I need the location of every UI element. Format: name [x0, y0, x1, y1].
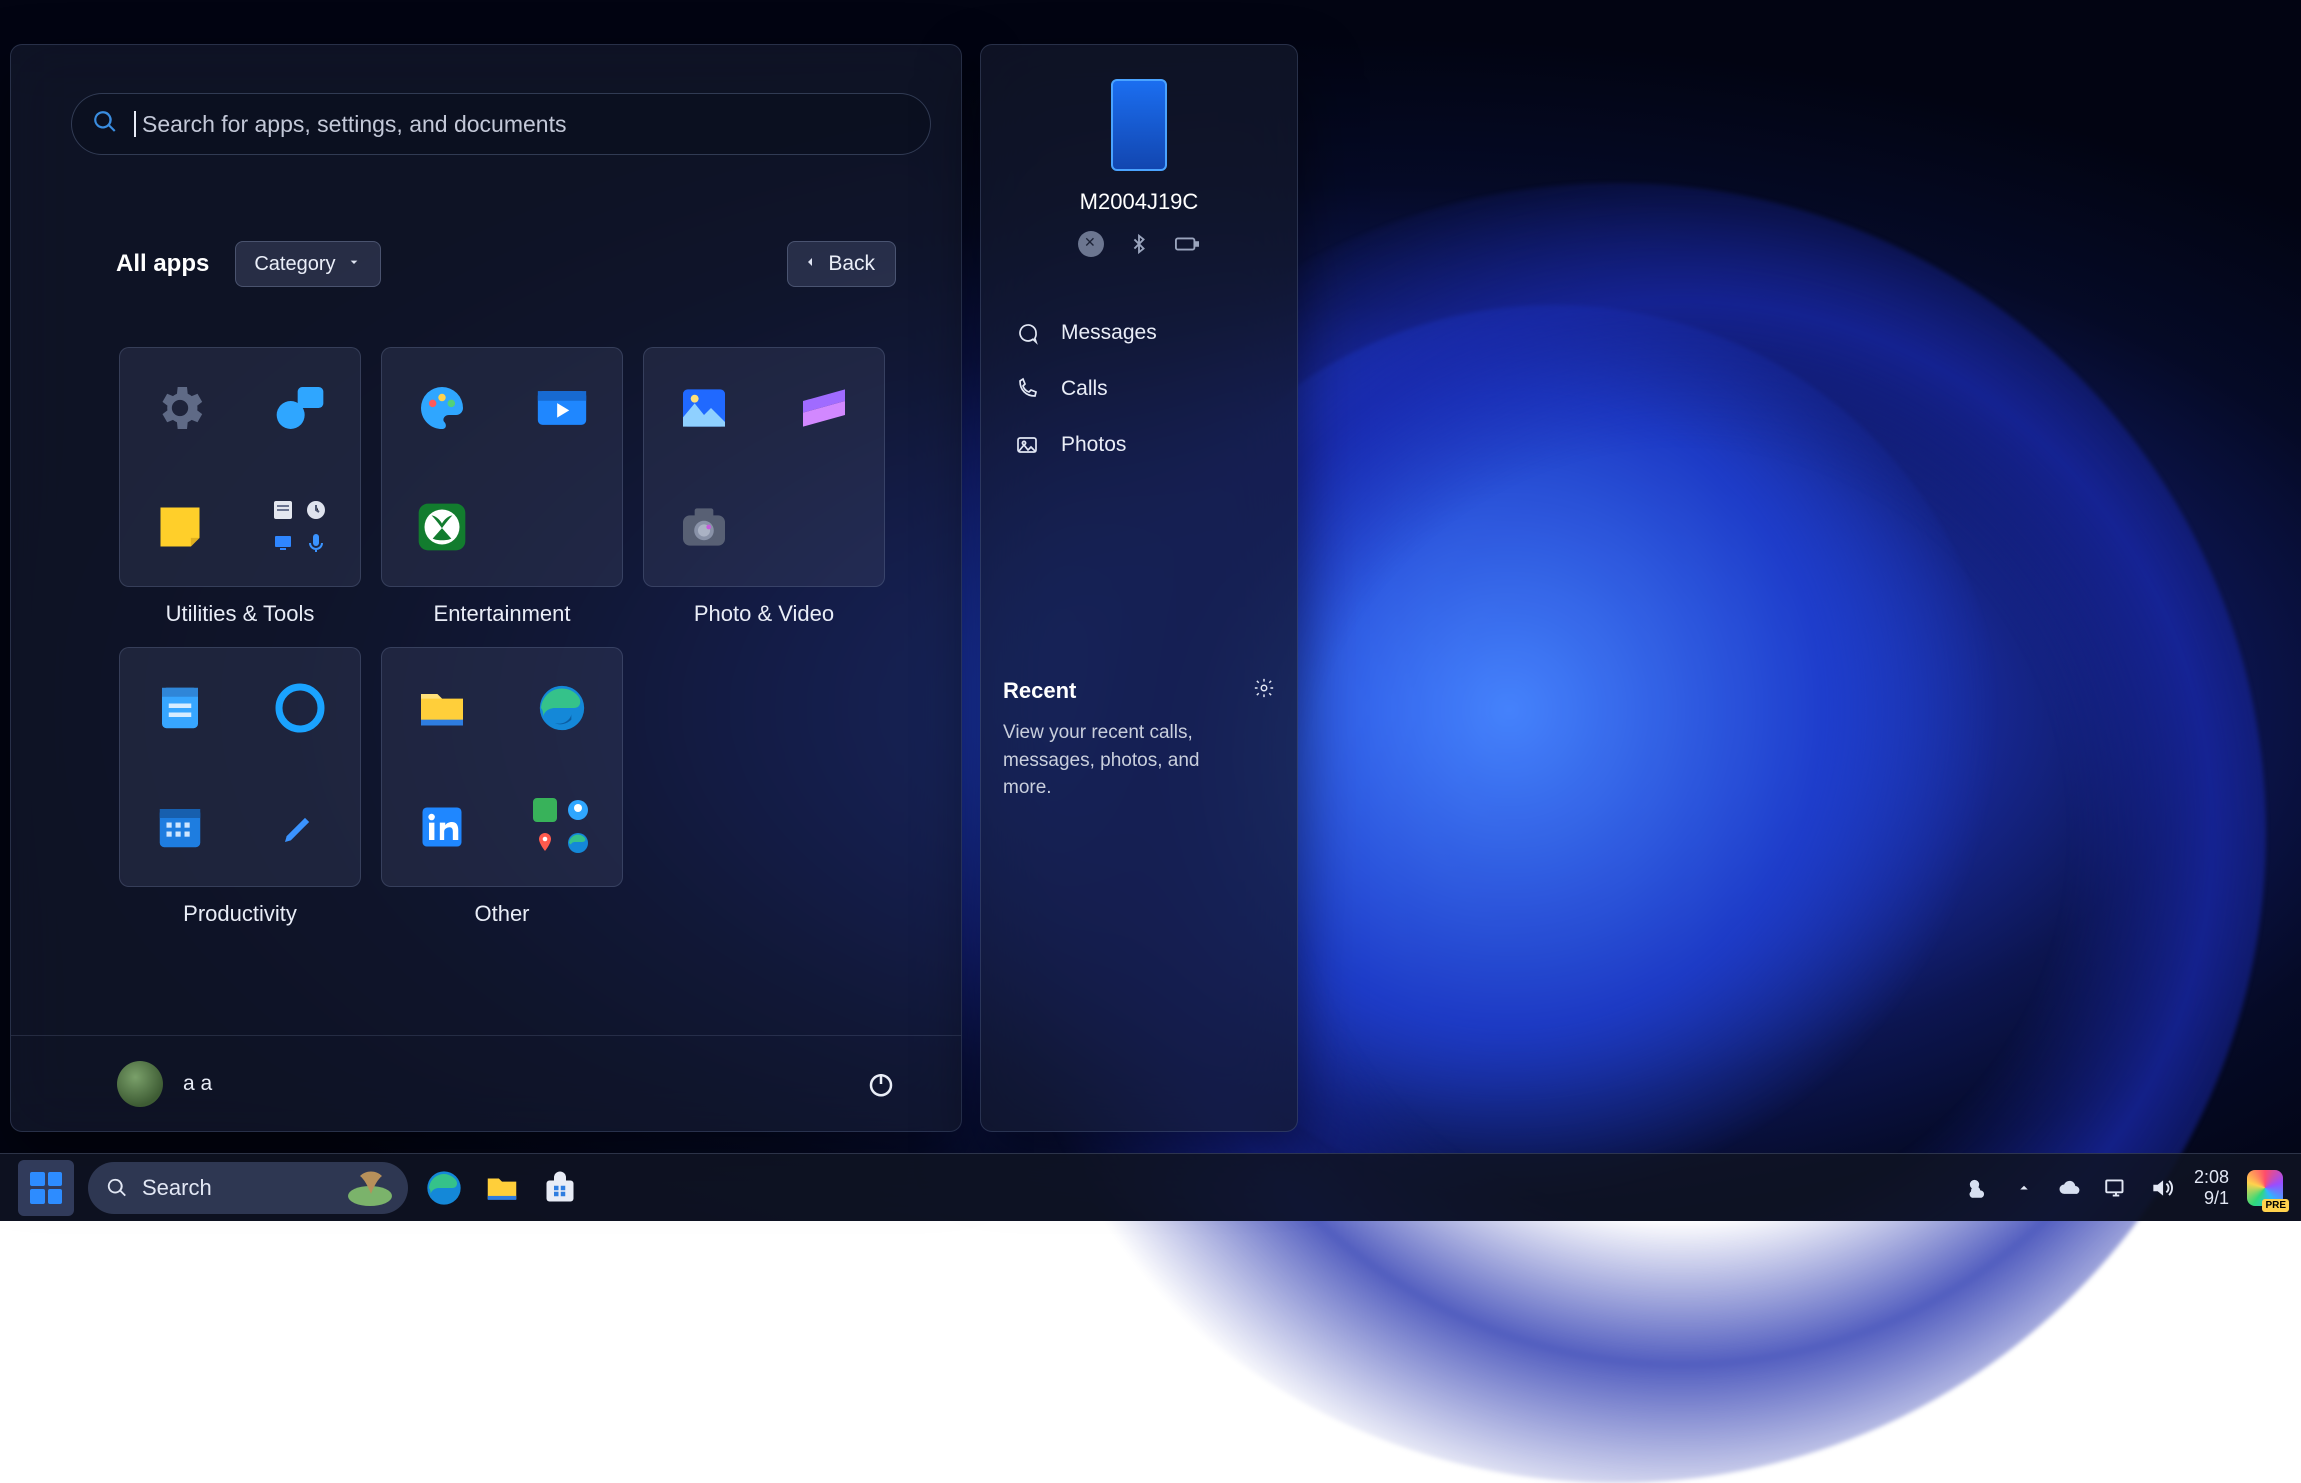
category-label: Entertainment	[381, 601, 623, 627]
device-name: M2004J19C	[981, 189, 1297, 215]
linkedin-icon	[411, 796, 473, 858]
user-avatar[interactable]	[117, 1061, 163, 1107]
category-tiles	[119, 347, 361, 587]
sticky-notes-icon	[149, 496, 211, 558]
search-highlight-icon	[330, 1166, 400, 1210]
taskbar-left: Search	[18, 1160, 582, 1216]
category-tiles	[381, 347, 623, 587]
category-dropdown-label: Category	[254, 253, 335, 276]
camera-icon	[673, 496, 735, 558]
back-button[interactable]: Back	[787, 241, 896, 287]
device-thumbnail[interactable]	[1111, 79, 1167, 171]
all-apps-title: All apps	[116, 250, 209, 278]
cortana-icon	[269, 677, 331, 739]
onedrive-icon[interactable]	[2056, 1174, 2084, 1202]
phone-links: Messages Calls Photos	[981, 305, 1297, 473]
gear-icon[interactable]	[1253, 677, 1275, 705]
taskbar-app-edge[interactable]	[422, 1166, 466, 1210]
recent-text: View your recent calls, messages, photos…	[1003, 719, 1233, 802]
settings-icon	[149, 377, 211, 439]
xbox-icon	[411, 496, 473, 558]
start-footer: a a	[11, 1035, 961, 1131]
bluetooth-icon	[1126, 231, 1152, 257]
status-disconnected-icon	[1078, 231, 1104, 257]
maps-mini-icon	[531, 829, 559, 857]
chevron-down-icon	[346, 253, 362, 276]
category-dropdown[interactable]: Category	[235, 241, 380, 287]
start-header-row: All apps Category Back	[116, 241, 896, 287]
pen-icon	[269, 796, 331, 858]
battery-icon	[1174, 231, 1200, 257]
taskbar-right: 2:08 9/1	[1964, 1167, 2283, 1208]
recent-section: Recent View your recent calls, messages,…	[1003, 677, 1275, 802]
category-entertainment[interactable]: Entertainment	[381, 347, 623, 627]
power-button[interactable]	[859, 1062, 903, 1106]
start-search-input[interactable]	[142, 111, 908, 138]
messages-link[interactable]: Messages	[981, 305, 1297, 361]
feedback-hub-icon	[269, 377, 331, 439]
taskbar-search-label: Search	[142, 1175, 212, 1201]
category-photo-video[interactable]: Photo & Video	[643, 347, 885, 627]
clock-mini-icon	[302, 496, 330, 524]
back-button-label: Back	[828, 252, 875, 276]
category-utilities-tools[interactable]: Utilities & Tools	[119, 347, 361, 627]
utilities-mini-group	[269, 496, 331, 558]
recent-title: Recent	[1003, 678, 1076, 704]
tray-chevron-up-icon[interactable]	[2010, 1174, 2038, 1202]
taskbar: Search 2:08	[0, 1153, 2301, 1221]
clock-time: 2:08	[2194, 1167, 2229, 1188]
category-label: Utilities & Tools	[119, 601, 361, 627]
start-button[interactable]	[18, 1160, 74, 1216]
clock-date: 9/1	[2194, 1188, 2229, 1209]
search-icon	[92, 109, 134, 140]
link-label: Photos	[1061, 433, 1126, 457]
calendar-icon	[149, 796, 211, 858]
user-name[interactable]: a a	[183, 1072, 212, 1096]
category-tiles	[381, 647, 623, 887]
copilot-icon[interactable]	[2247, 1170, 2283, 1206]
category-label: Other	[381, 901, 623, 927]
other-mini-group	[531, 796, 593, 858]
category-tiles	[643, 347, 885, 587]
sound-recorder-mini-icon	[302, 529, 330, 557]
file-explorer-icon	[411, 677, 473, 739]
pc-manager-mini-icon	[269, 529, 297, 557]
link-label: Messages	[1061, 321, 1157, 345]
edge-mini-icon	[564, 829, 592, 857]
photos-link[interactable]: Photos	[981, 417, 1297, 473]
phone-link-panel: M2004J19C Messages Calls Photos Recent	[980, 44, 1298, 1132]
volume-icon[interactable]	[2148, 1174, 2176, 1202]
tips-mini-icon	[564, 796, 592, 824]
clipchamp-icon	[793, 377, 855, 439]
category-label: Photo & Video	[643, 601, 885, 627]
paint-icon	[411, 377, 473, 439]
journal-mini-icon	[269, 496, 297, 524]
movies-tv-icon	[531, 377, 593, 439]
link-label: Calls	[1061, 377, 1108, 401]
calls-link[interactable]: Calls	[981, 361, 1297, 417]
start-search-box[interactable]	[71, 93, 931, 155]
category-label: Productivity	[119, 901, 361, 927]
text-cursor	[134, 111, 136, 137]
taskbar-app-explorer[interactable]	[480, 1166, 524, 1210]
start-menu: All apps Category Back	[10, 44, 962, 1132]
xbox-mini-icon	[531, 796, 559, 824]
entertainment-empty-slot	[531, 496, 593, 558]
category-tiles	[119, 647, 361, 887]
category-other[interactable]: Other	[381, 647, 623, 927]
taskbar-search[interactable]: Search	[88, 1162, 408, 1214]
edge-icon	[531, 677, 593, 739]
category-grid: Utilities & Tools Entertainment	[119, 347, 885, 927]
photos-icon	[673, 377, 735, 439]
network-icon[interactable]	[2102, 1174, 2130, 1202]
photo-empty-slot	[793, 496, 855, 558]
notepad-icon	[149, 677, 211, 739]
taskbar-clock[interactable]: 2:08 9/1	[2194, 1167, 2229, 1208]
device-status-row	[981, 231, 1297, 257]
taskbar-app-store[interactable]	[538, 1166, 582, 1210]
chevron-left-icon	[802, 252, 818, 276]
category-productivity[interactable]: Productivity	[119, 647, 361, 927]
weather-icon[interactable]	[1964, 1174, 1992, 1202]
